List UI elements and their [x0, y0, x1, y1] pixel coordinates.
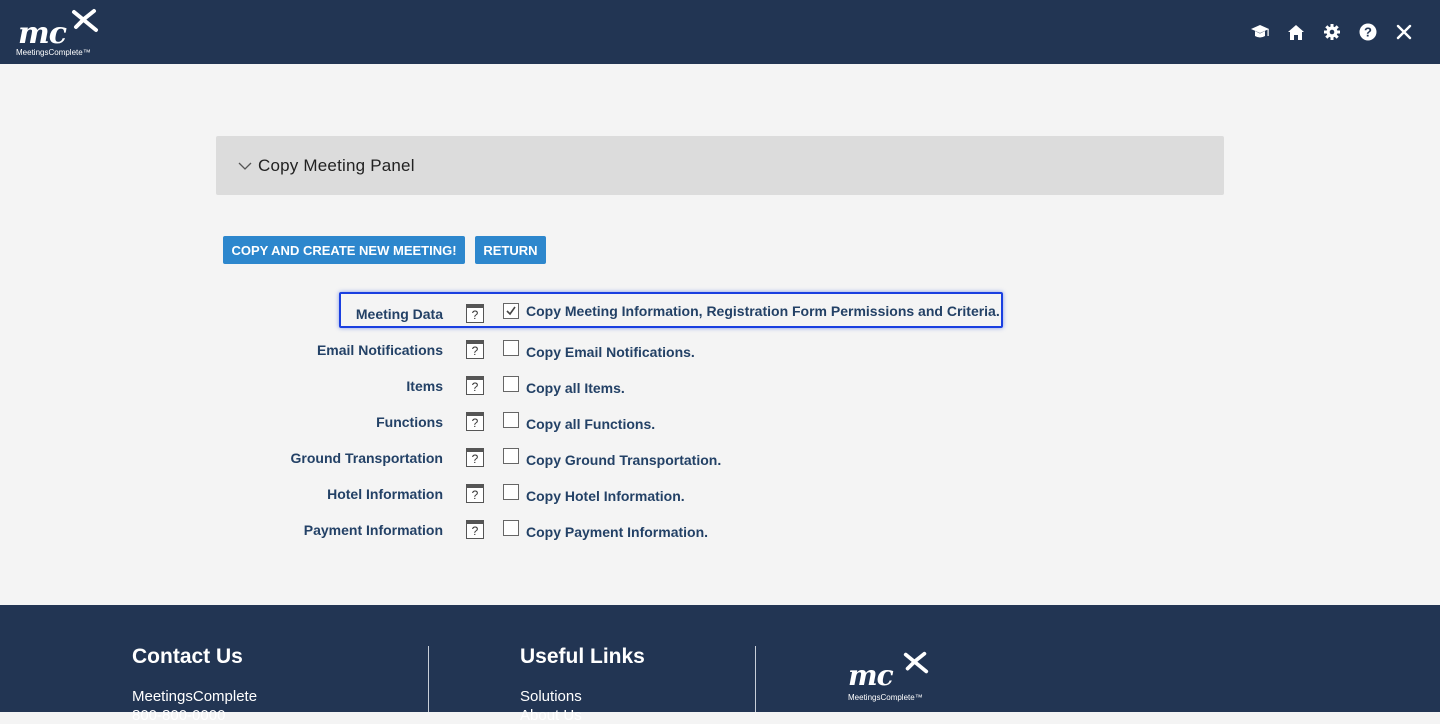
logo-brand: MeetingsComplete™ — [16, 48, 91, 57]
option-row-ground-transportation: Ground Transportation ? Copy Ground Tran… — [0, 445, 1440, 471]
option-checkbox[interactable] — [503, 412, 519, 428]
plane-icon — [72, 9, 98, 32]
help-icon[interactable]: ? — [466, 376, 484, 395]
option-row-items: Items ? Copy all Items. — [0, 373, 1440, 399]
contact-us-heading: Contact Us — [132, 645, 243, 668]
option-checkbox[interactable] — [503, 448, 519, 464]
svg-text:?: ? — [1364, 25, 1372, 40]
help-icon[interactable]: ? — [1358, 22, 1378, 42]
footer-divider — [428, 646, 429, 712]
option-label: Items — [406, 378, 443, 394]
useful-links-heading: Useful Links — [520, 645, 645, 668]
option-row-meeting-data: Meeting Data ? Copy Meeting Information,… — [0, 300, 1440, 326]
option-text: Copy Email Notifications. — [526, 344, 695, 360]
option-checkbox[interactable] — [503, 303, 519, 319]
option-text: Copy all Items. — [526, 380, 625, 396]
home-icon[interactable] — [1286, 22, 1306, 42]
logo-brand: MeetingsComplete™ — [848, 693, 923, 702]
footer-logo: mc MeetingsComplete™ — [846, 649, 936, 702]
option-row-hotel-information: Hotel Information ? Copy Hotel Informati… — [0, 481, 1440, 507]
option-label: Payment Information — [303, 522, 443, 538]
footer-link-solutions[interactable]: Solutions — [520, 688, 582, 705]
option-label: Functions — [376, 414, 443, 430]
logo-mark: mc — [848, 659, 894, 692]
option-text: Copy Hotel Information. — [526, 488, 685, 504]
option-checkbox[interactable] — [503, 520, 519, 536]
help-icon[interactable]: ? — [466, 448, 484, 467]
gear-icon[interactable] — [1322, 22, 1342, 42]
return-button[interactable]: RETURN — [475, 236, 546, 264]
help-icon[interactable]: ? — [466, 304, 484, 323]
help-icon[interactable]: ? — [466, 412, 484, 431]
copy-and-create-meeting-button[interactable]: COPY AND CREATE NEW MEETING! — [223, 236, 465, 264]
option-label: Email Notifications — [316, 342, 443, 358]
top-navigation-bar: mc MeetingsComplete™ ? — [0, 0, 1440, 64]
graduation-cap-icon[interactable] — [1250, 22, 1270, 42]
contact-company-name: MeetingsComplete — [132, 688, 258, 705]
plane-icon — [903, 651, 929, 674]
option-row-payment-information: Payment Information ? Copy Payment Infor… — [0, 517, 1440, 543]
option-text: Copy all Functions. — [526, 416, 656, 432]
footer-link-about-us[interactable]: About Us — [520, 707, 582, 724]
option-checkbox[interactable] — [503, 376, 519, 392]
option-label: Ground Transportation — [290, 450, 443, 466]
option-checkbox[interactable] — [503, 340, 519, 356]
contact-phone[interactable]: 800-800-0000 — [132, 707, 225, 724]
copy-meeting-panel-header[interactable]: Copy Meeting Panel — [216, 136, 1224, 195]
panel-title: Copy Meeting Panel — [258, 155, 415, 175]
help-icon[interactable]: ? — [466, 484, 484, 503]
checkmark-icon — [506, 306, 516, 316]
help-icon[interactable]: ? — [466, 520, 484, 539]
option-text: Copy Payment Information. — [526, 524, 709, 540]
option-row-functions: Functions ? Copy all Functions. — [0, 409, 1440, 435]
option-label: Hotel Information — [327, 486, 443, 502]
help-icon[interactable]: ? — [466, 340, 484, 359]
meetingscomplete-logo[interactable]: mc MeetingsComplete™ — [16, 6, 106, 60]
option-text: Copy Meeting Information, Registration F… — [526, 303, 1000, 319]
logo-mark: mc — [18, 16, 67, 51]
option-text: Copy Ground Transportation. — [526, 452, 722, 468]
option-label: Meeting Data — [355, 306, 443, 322]
chevron-down-icon — [238, 162, 252, 170]
option-row-email-notifications: Email Notifications ? Copy Email Notific… — [0, 337, 1440, 363]
option-checkbox[interactable] — [503, 484, 519, 500]
close-icon[interactable] — [1394, 22, 1414, 42]
page-footer: Contact Us MeetingsComplete 800-800-0000… — [0, 605, 1440, 724]
footer-divider — [755, 646, 756, 712]
